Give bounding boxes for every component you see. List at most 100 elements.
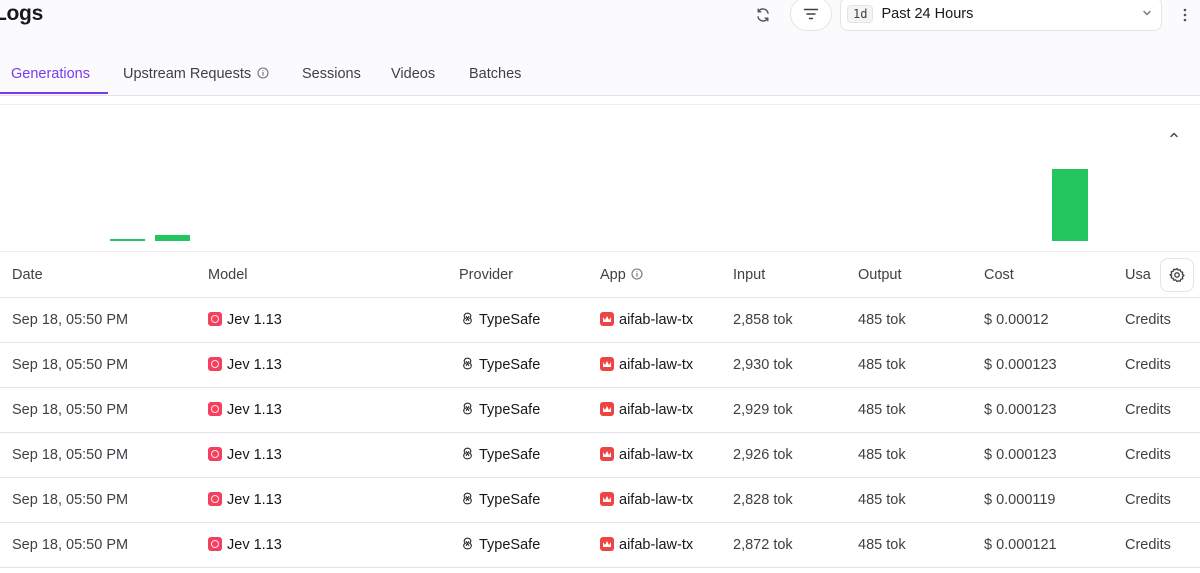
column-header-date[interactable]: Date: [12, 267, 43, 283]
provider-cell: TypeSafe: [461, 312, 540, 328]
active-tab-indicator: [0, 92, 108, 94]
cost-cell: $ 0.000123: [984, 447, 1057, 463]
model-logo-icon: [208, 491, 222, 506]
tab-batches[interactable]: Batches: [469, 56, 521, 95]
model-cell[interactable]: Jev 1.13: [208, 401, 282, 418]
chevron-down-icon: [1143, 10, 1151, 16]
tab-generations[interactable]: Generations: [11, 56, 90, 95]
typesafe-logo-icon: [463, 492, 472, 505]
app-logo-icon: [600, 356, 614, 371]
model-cell[interactable]: Jev 1.13: [208, 491, 282, 508]
cost-cell: $ 0.000123: [984, 357, 1057, 373]
model-name: Jev 1.13: [227, 357, 282, 373]
model-cell[interactable]: Jev 1.13: [208, 446, 282, 463]
model-name: Jev 1.13: [227, 537, 282, 553]
tab-label: Generations: [11, 66, 90, 82]
top-bar: Logs 1d Past 24 Hours Generations Upstre…: [0, 0, 1200, 96]
refresh-icon: [757, 8, 769, 22]
tab-label: Upstream Requests: [123, 66, 252, 82]
input-tokens-cell: 2,872 tok: [733, 537, 793, 553]
tab-label: Sessions: [302, 66, 361, 82]
model-name: Jev 1.13: [227, 402, 282, 418]
column-header-cost[interactable]: Cost: [984, 267, 1014, 283]
tab-bar: Generations Upstream Requests Sessions V…: [0, 56, 1200, 96]
column-header-usage[interactable]: Usa: [1125, 267, 1151, 283]
column-header-model[interactable]: Model: [208, 267, 248, 283]
table-row[interactable]: Sep 18, 05:50 PM Jev 1.13 TypeSafe aifab-la…: [0, 343, 1200, 388]
info-icon: [631, 268, 643, 280]
time-range-select[interactable]: 1d Past 24 Hours: [840, 0, 1162, 31]
model-cell[interactable]: Jev 1.13: [208, 356, 282, 373]
column-header-output[interactable]: Output: [858, 267, 902, 283]
app-cell[interactable]: aifab-law-tx: [600, 356, 693, 373]
cost-cell: $ 0.000123: [984, 402, 1057, 418]
cost-cell: $ 0.000119: [984, 492, 1056, 508]
app-cell[interactable]: aifab-law-tx: [600, 401, 694, 418]
provider-name: TypeSafe: [479, 402, 541, 418]
range-label: Past 24 Hours: [881, 6, 974, 22]
usage-cell: Credits: [1125, 447, 1171, 463]
page-title: Logs: [0, 2, 43, 25]
refresh-button[interactable]: [748, 2, 778, 28]
cost-cell: $ 0.00012: [984, 312, 1049, 328]
typesafe-logo-icon: [463, 402, 472, 415]
app-logo-icon: [600, 491, 614, 506]
chevron-up-icon: [1170, 132, 1178, 138]
date-cell: Sep 18, 05:50 PM: [12, 357, 129, 373]
app-cell[interactable]: aifab-law-tx: [600, 536, 694, 553]
input-tokens-cell: 2,926 tok: [733, 447, 793, 463]
usage-cell: Credits: [1125, 537, 1171, 553]
table-row[interactable]: Sep 18, 05:50 PM Jev 1.13 TypeSafe aifab-la…: [0, 478, 1200, 523]
chart-bars: [0, 105, 1200, 253]
output-tokens-cell: 485 tok: [858, 357, 906, 373]
chart-bar[interactable]: [110, 239, 145, 241]
table-row[interactable]: Sep 18, 05:50 PM Jev 1.13 TypeSafe aifab-la…: [0, 523, 1200, 568]
output-tokens-cell: 485 tok: [858, 537, 906, 553]
tab-label: Batches: [469, 66, 522, 82]
table-row[interactable]: Sep 18, 05:50 PM Jev 1.13 TypeSafe aifab-la…: [0, 433, 1200, 478]
input-tokens-cell: 2,858 tok: [733, 312, 793, 328]
output-tokens-cell: 485 tok: [858, 402, 906, 418]
model-logo-icon: [208, 401, 222, 416]
output-tokens-cell: 485 tok: [858, 492, 906, 508]
tab-videos[interactable]: Videos: [391, 56, 435, 95]
app-cell[interactable]: aifab-law-tx: [600, 446, 693, 463]
column-header-app[interactable]: App: [600, 267, 643, 283]
typesafe-logo-icon: [463, 312, 472, 325]
chart-bar[interactable]: [1052, 169, 1088, 241]
tab-sessions[interactable]: Sessions: [302, 56, 361, 95]
app-cell[interactable]: aifab-law-tx: [600, 311, 693, 328]
provider-cell: TypeSafe: [461, 357, 540, 373]
app-cell[interactable]: aifab-law-tx: [600, 491, 693, 508]
model-cell[interactable]: Jev 1.13: [208, 311, 282, 328]
tab-label: Videos: [391, 66, 436, 82]
table-settings-button[interactable]: [1160, 258, 1194, 292]
provider-cell: TypeSafe: [461, 447, 540, 463]
tab-upstream-requests[interactable]: Upstream Requests: [123, 56, 269, 95]
date-cell: Sep 18, 05:50 PM: [12, 537, 129, 553]
generations-table: Date Model Provider App Input Output Cos…: [0, 252, 1200, 568]
filter-button[interactable]: [790, 0, 832, 31]
collapse-chart-button[interactable]: [1164, 125, 1184, 145]
provider-name: TypeSafe: [479, 357, 541, 373]
model-logo-icon: [208, 356, 222, 371]
more-options-button[interactable]: [1176, 2, 1194, 28]
filter-icon: [803, 8, 819, 20]
table-row[interactable]: Sep 18, 05:50 PM Jev 1.13 TypeSafe aifab-la…: [0, 298, 1200, 343]
range-badge: 1d: [847, 5, 874, 23]
model-cell[interactable]: Jev 1.13: [208, 536, 282, 553]
model-logo-icon: [208, 446, 222, 461]
provider-name: TypeSafe: [479, 312, 541, 328]
table-row[interactable]: Sep 18, 05:50 PM Jev 1.13 TypeSafe aifab-la…: [0, 388, 1200, 433]
chart-bar[interactable]: [155, 235, 190, 241]
app-name: aifab-law-tx: [619, 537, 694, 553]
app-name: aifab-law-tx: [619, 402, 694, 418]
date-cell: Sep 18, 05:50 PM: [12, 402, 129, 418]
usage-chart: [0, 104, 1200, 252]
column-header-provider[interactable]: Provider: [459, 267, 513, 283]
app-logo-icon: [600, 446, 614, 461]
model-name: Jev 1.13: [227, 447, 282, 463]
column-header-input[interactable]: Input: [733, 267, 765, 283]
column-header-app-label: App: [600, 267, 626, 283]
input-tokens-cell: 2,929 tok: [733, 402, 793, 418]
